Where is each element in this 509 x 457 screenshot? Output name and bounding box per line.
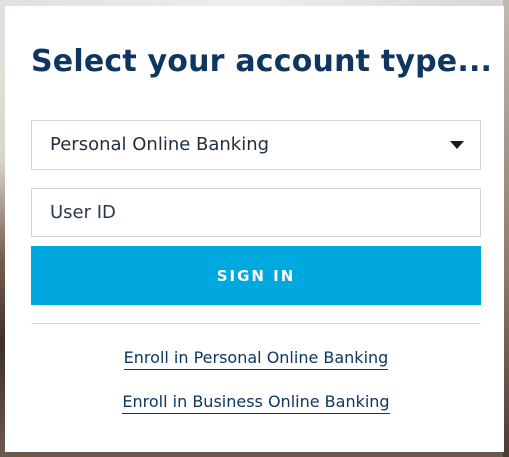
- enroll-personal-link[interactable]: Enroll in Personal Online Banking: [123, 348, 389, 370]
- enroll-business-link-row: Enroll in Business Online Banking: [31, 392, 481, 414]
- divider: [31, 323, 481, 324]
- account-type-selected-value: Personal Online Banking: [50, 134, 270, 155]
- sign-in-button-label: SIGN IN: [216, 266, 296, 285]
- account-type-select[interactable]: Personal Online Banking: [31, 120, 481, 170]
- enroll-business-link[interactable]: Enroll in Business Online Banking: [122, 392, 390, 414]
- user-id-input[interactable]: [32, 189, 480, 236]
- sign-in-button[interactable]: SIGN IN: [31, 246, 481, 305]
- user-id-field-wrapper: [31, 188, 481, 237]
- login-card: Select your account type... Personal Onl…: [5, 6, 504, 452]
- page-title: Select your account type...: [31, 44, 493, 79]
- enroll-personal-link-row: Enroll in Personal Online Banking: [31, 348, 481, 370]
- background-text-fragment: s: [0, 256, 4, 269]
- caret-down-icon: [450, 141, 464, 149]
